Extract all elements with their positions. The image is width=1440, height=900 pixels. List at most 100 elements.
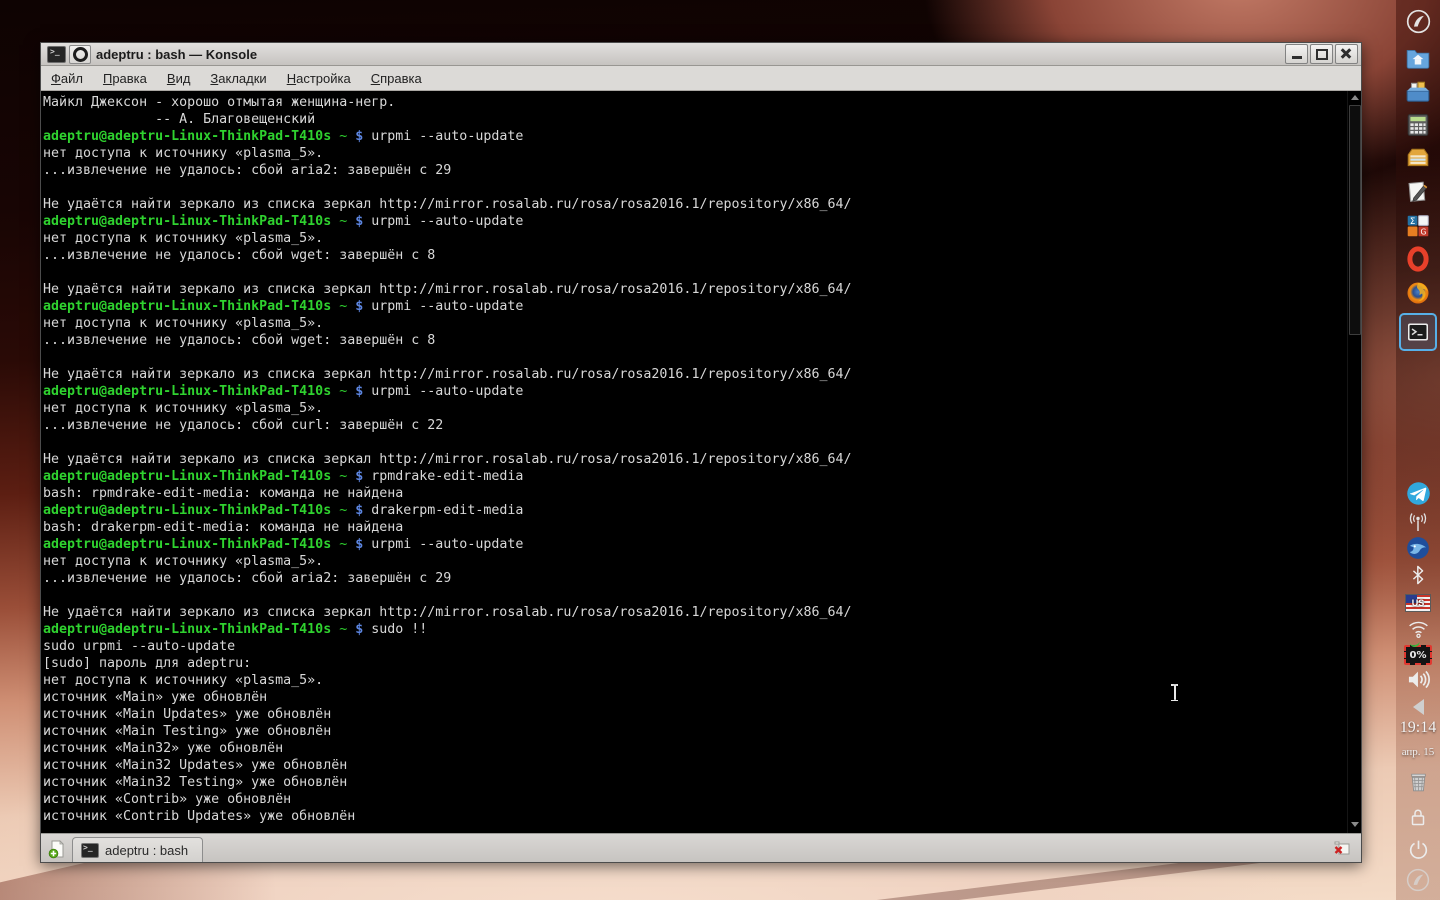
opera-browser-button[interactable]: [1404, 245, 1432, 273]
window-title: adeptru : bash — Konsole: [96, 46, 258, 62]
ring-icon: [72, 46, 88, 62]
terminal-line: adeptru@adeptru-Linux-ThinkPad-T410s ~ $…: [43, 537, 524, 552]
terminal-line: adeptru@adeptru-Linux-ThinkPad-T410s ~ $…: [43, 129, 524, 144]
rosa-watermark-button[interactable]: [1404, 866, 1432, 894]
terminal-line: источник «Main Testing» уже обновлён: [43, 724, 332, 739]
terminal-view[interactable]: Майкл Джексон - хорошо отмытая женщина-н…: [41, 91, 1361, 833]
us-flag-icon: US: [1405, 594, 1431, 612]
terminal-line: источник «Contrib» уже обновлён: [43, 792, 292, 807]
volume-tray-button[interactable]: [1404, 665, 1432, 693]
antenna-icon: [1409, 513, 1427, 531]
close-tab-button[interactable]: [1331, 839, 1353, 857]
svg-text:G: G: [1420, 228, 1426, 237]
terminal-line: bash: drakerpm-edit-media: команда не на…: [43, 520, 404, 535]
terminal-line: ...извлечение не удалось: сбой aria2: за…: [43, 163, 452, 178]
terminal-line: [sudo] пароль для adeptru:: [43, 656, 252, 671]
dock-panel: Σ G US 0% 19:14 апр. 15: [1396, 0, 1440, 900]
ibeam-stem: [1174, 685, 1176, 700]
terminal-line: ...извлечение не удалось: сбой wget: зав…: [43, 333, 436, 348]
konsole-icon: [1408, 323, 1428, 341]
organizer-button[interactable]: [1404, 144, 1432, 172]
terminal-line: sudo urpmi --auto-update: [43, 639, 236, 654]
minimize-button[interactable]: [1285, 44, 1308, 64]
svg-text:Σ: Σ: [1410, 217, 1415, 227]
terminal-line: -- А. Благовещенский: [43, 112, 316, 127]
power-icon: [1409, 840, 1427, 859]
mouse-cursor-ibeam: [1170, 684, 1179, 701]
telegram-tray-button[interactable]: [1404, 479, 1432, 507]
menu-item[interactable]: Настройка: [287, 71, 351, 86]
ibeam-cap: [1171, 699, 1178, 701]
volume-icon: [1408, 670, 1430, 688]
new-tab-button[interactable]: [44, 837, 70, 861]
text-editor-button[interactable]: [1404, 178, 1432, 206]
firefox-browser-button[interactable]: [1404, 279, 1432, 307]
close-button[interactable]: [1335, 44, 1358, 64]
terminal-line: нет доступа к источнику «plasma_5».: [43, 316, 324, 331]
terminal-line: источник «Main32 Testing» уже обновлён: [43, 775, 348, 790]
terminal-line: adeptru@adeptru-Linux-ThinkPad-T410s ~ $…: [43, 384, 524, 399]
menu-item[interactable]: Справка: [371, 71, 422, 86]
terminal-line: ...извлечение не удалось: сбой curl: зав…: [43, 418, 444, 433]
opera-icon: [1407, 246, 1429, 272]
rosa-launcher-button[interactable]: [1404, 7, 1432, 35]
terminal-line: Не удаётся найти зеркало из списка зерка…: [43, 367, 852, 382]
organizer-icon: [1407, 148, 1429, 167]
collapse-left-icon: [1412, 699, 1424, 715]
scrollbar-thumb[interactable]: [1349, 105, 1361, 335]
date-label: апр. 15: [1401, 746, 1435, 758]
calculator-button[interactable]: [1404, 111, 1432, 139]
maximize-button[interactable]: [1310, 44, 1333, 64]
home-folder-icon: [1406, 49, 1430, 69]
power-button[interactable]: [1404, 835, 1432, 863]
terminal-line: Не удаётся найти зеркало из списка зерка…: [43, 605, 852, 620]
tab-adeptru-bash[interactable]: adeptru : bash: [72, 837, 204, 862]
lock-screen-button[interactable]: [1404, 803, 1432, 831]
trash-button[interactable]: [1404, 768, 1432, 796]
wifi-tray-button[interactable]: [1404, 614, 1432, 642]
terminal-line: Не удаётся найти зеркало из списка зерка…: [43, 282, 852, 297]
terminal-line: источник «Main Updates» уже обновлён: [43, 707, 332, 722]
bluetooth-tray-button[interactable]: [1404, 561, 1432, 589]
lock-icon: [1411, 809, 1425, 826]
terminal-line: adeptru@adeptru-Linux-ThinkPad-T410s ~ $…: [43, 299, 524, 314]
rosa-logo-icon: [1406, 868, 1430, 892]
calendar-date[interactable]: апр. 15: [1401, 738, 1435, 766]
thunderbird-icon: [1407, 537, 1429, 559]
wifi-icon: [1408, 621, 1428, 638]
scroll-down-button[interactable]: [1348, 818, 1361, 831]
bluetooth-icon: [1412, 565, 1424, 585]
network-antenna-tray-button[interactable]: [1404, 509, 1432, 537]
menu-item[interactable]: Вид: [167, 71, 191, 86]
terminal-line: adeptru@adeptru-Linux-ThinkPad-T410s ~ $…: [43, 622, 428, 637]
scroll-up-button[interactable]: [1348, 91, 1361, 104]
close-tab-icon: [1334, 841, 1350, 855]
window-menu-button[interactable]: [69, 44, 91, 64]
title-bar[interactable]: adeptru : bash — Konsole: [41, 43, 1361, 66]
file-manager-icon: [1406, 81, 1430, 102]
terminal-line: нет доступа к источнику «plasma_5».: [43, 673, 324, 688]
terminal-line: Не удаётся найти зеркало из списка зерка…: [43, 452, 852, 467]
terminal-line: adeptru@adeptru-Linux-ThinkPad-T410s ~ $…: [43, 503, 524, 518]
terminal-line: adeptru@adeptru-Linux-ThinkPad-T410s ~ $…: [43, 214, 524, 229]
keyboard-layout-button[interactable]: US: [1404, 589, 1432, 617]
terminal-line: нет доступа к источнику «plasma_5».: [43, 554, 324, 569]
home-folder-button[interactable]: [1404, 44, 1432, 72]
menu-item[interactable]: Правка: [103, 71, 147, 86]
menu-item[interactable]: Закладки: [210, 71, 266, 86]
menu-item[interactable]: Файл: [51, 71, 83, 86]
arrow-up-icon: [1350, 95, 1359, 100]
thunderbird-tray-button[interactable]: [1404, 534, 1432, 562]
konsole-dock-button-active[interactable]: [1399, 313, 1437, 351]
terminal-scrollbar[interactable]: [1347, 91, 1361, 833]
terminal-line: источник «Main» уже обновлён: [43, 690, 268, 705]
maximize-icon: [1315, 48, 1328, 60]
terminal-line: ...извлечение не удалось: сбой aria2: за…: [43, 571, 452, 586]
file-manager-button[interactable]: [1404, 78, 1432, 106]
office-suite-button[interactable]: Σ G: [1404, 212, 1432, 240]
rosa-logo-icon: [1406, 9, 1430, 33]
desktop: adeptru : bash — Konsole Файл Правка Вид За…: [0, 0, 1440, 900]
